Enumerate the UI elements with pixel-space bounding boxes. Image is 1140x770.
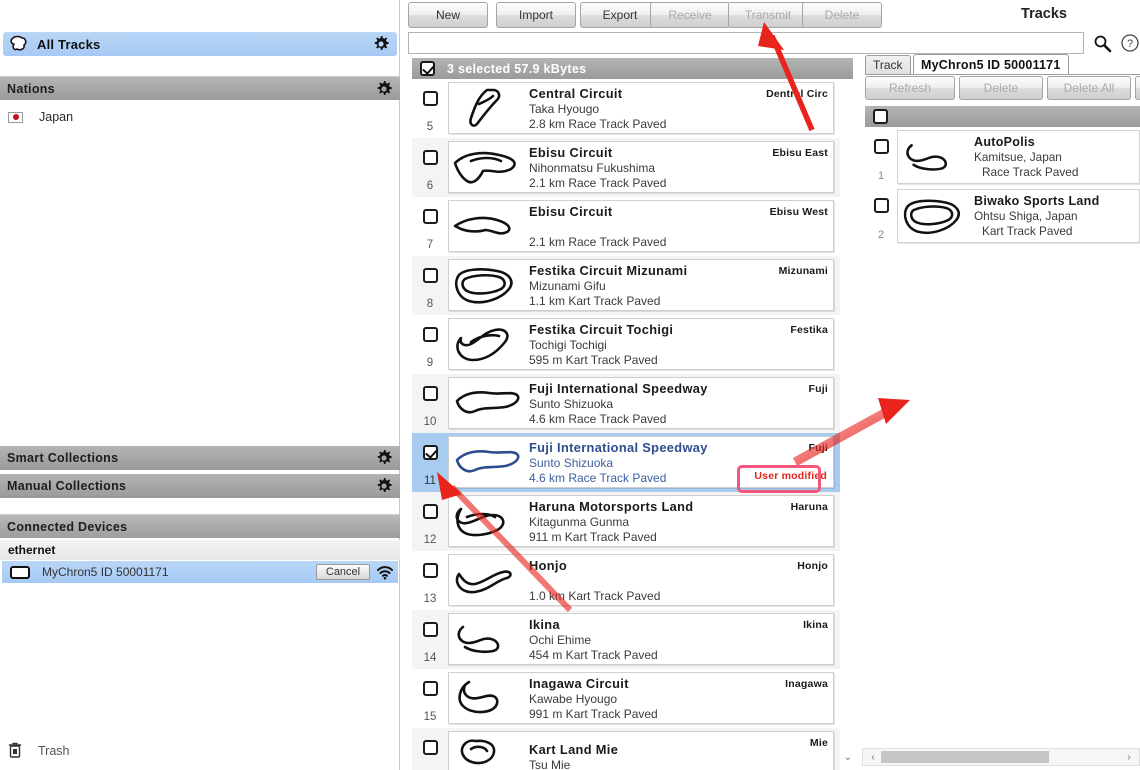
app-window: All Tracks Nations Japan Smart Collectio… (0, 0, 1140, 770)
annotation-overlay (437, 22, 910, 613)
user-modified-highlight-box (737, 465, 821, 493)
tab-mychron5[interactable]: MyChron5 ID 50001171 (913, 54, 1069, 74)
annotation-arrow-transmit (758, 22, 815, 132)
annotation-arrow-to-device (792, 398, 910, 466)
annotation-arrow-to-checkbox (437, 472, 573, 613)
